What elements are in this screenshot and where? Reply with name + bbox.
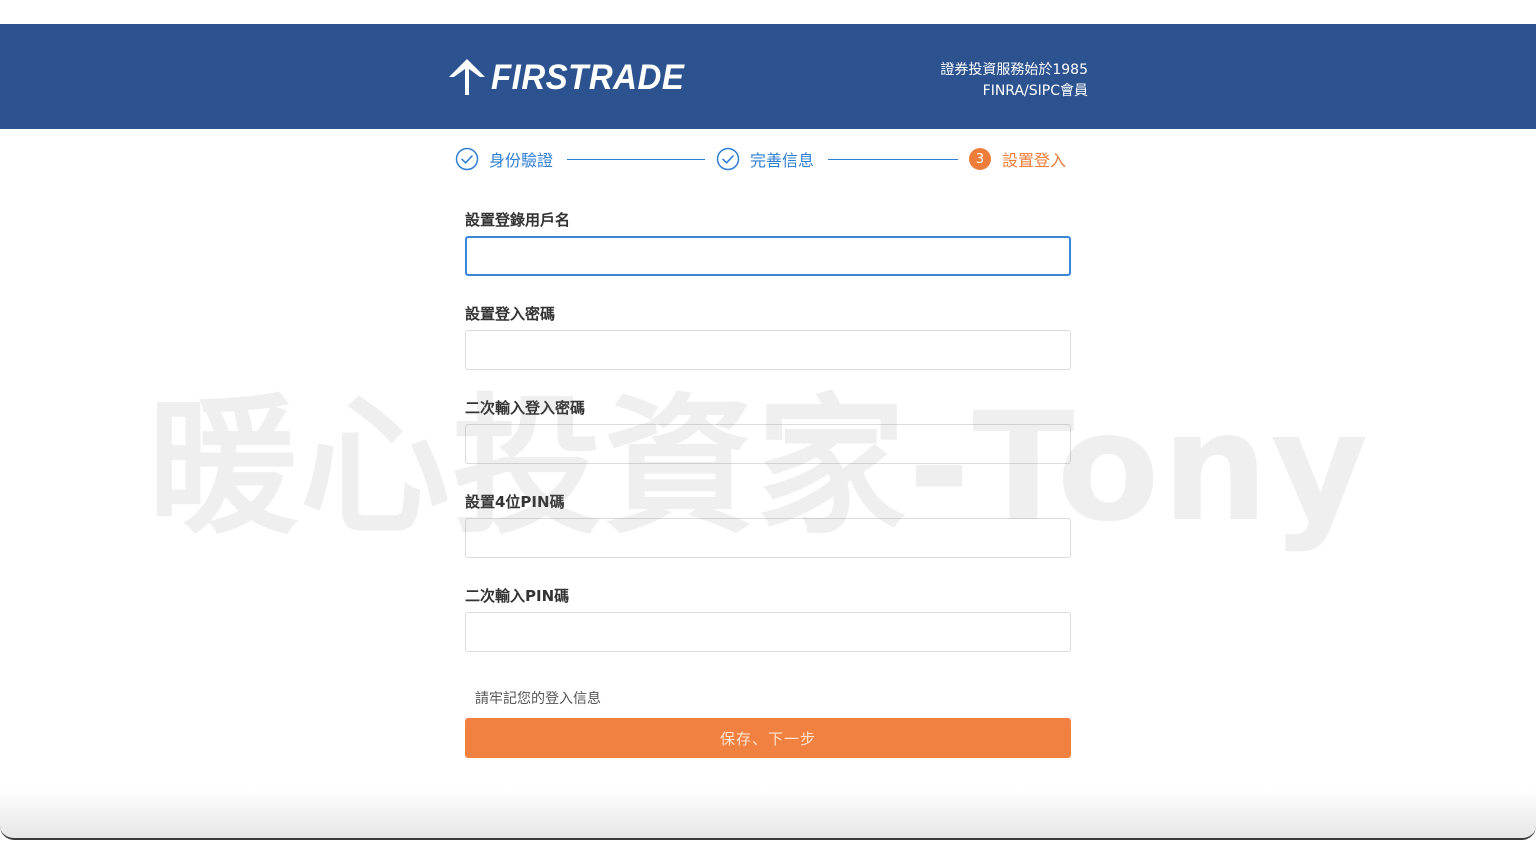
remember-login-note: 請牢記您的登入信息 bbox=[475, 691, 601, 707]
step-complete-info: 完善信息 bbox=[716, 146, 814, 172]
firstrade-arrow-icon bbox=[449, 59, 485, 95]
confirm-pin-input[interactable] bbox=[465, 612, 1071, 652]
brand-name: FIRSTRADE bbox=[491, 56, 685, 97]
username-label: 設置登錄用戶名 bbox=[465, 211, 571, 229]
header-bar: FIRSTRADE 證券投資服務始於1985 FINRA/SIPC會員 bbox=[0, 24, 1536, 129]
confirm-password-label: 二次輸入登入密碼 bbox=[465, 399, 586, 417]
firstrade-logo[interactable]: FIRSTRADE bbox=[447, 56, 685, 97]
tagline-line-1: 證券投資服務始於1985 bbox=[940, 62, 1088, 78]
page: FIRSTRADE 證券投資服務始於1985 FINRA/SIPC會員 身份驗證 bbox=[0, 0, 1536, 864]
header-tagline: 證券投資服務始於1985 FINRA/SIPC會員 bbox=[940, 60, 1088, 102]
check-circle-icon bbox=[716, 147, 740, 171]
step-label: 完善信息 bbox=[750, 151, 815, 170]
step-identity-verification: 身份驗證 bbox=[455, 146, 553, 172]
username-input[interactable] bbox=[465, 236, 1071, 276]
step-connector bbox=[828, 159, 958, 160]
step-setup-login: 3 設置登入 bbox=[968, 146, 1066, 172]
progress-stepper: 身份驗證 完善信息 3 設置登入 bbox=[455, 146, 1069, 172]
check-circle-icon bbox=[455, 147, 479, 171]
password-label: 設置登入密碼 bbox=[465, 305, 556, 323]
window-bottom-edge bbox=[0, 790, 1536, 840]
step-number-badge: 3 bbox=[968, 147, 992, 171]
pin-label: 設置4位PIN碼 bbox=[465, 493, 565, 511]
pin-input[interactable] bbox=[465, 518, 1071, 558]
tagline-line-2: FINRA/SIPC會員 bbox=[982, 83, 1088, 99]
save-next-button[interactable]: 保存、下一步 bbox=[465, 718, 1071, 758]
step-label: 設置登入 bbox=[1002, 151, 1067, 170]
confirm-password-input[interactable] bbox=[465, 424, 1071, 464]
step-label: 身份驗證 bbox=[489, 151, 554, 170]
password-input[interactable] bbox=[465, 330, 1071, 370]
confirm-pin-label: 二次輸入PIN碼 bbox=[465, 587, 570, 605]
step-connector bbox=[567, 159, 705, 160]
